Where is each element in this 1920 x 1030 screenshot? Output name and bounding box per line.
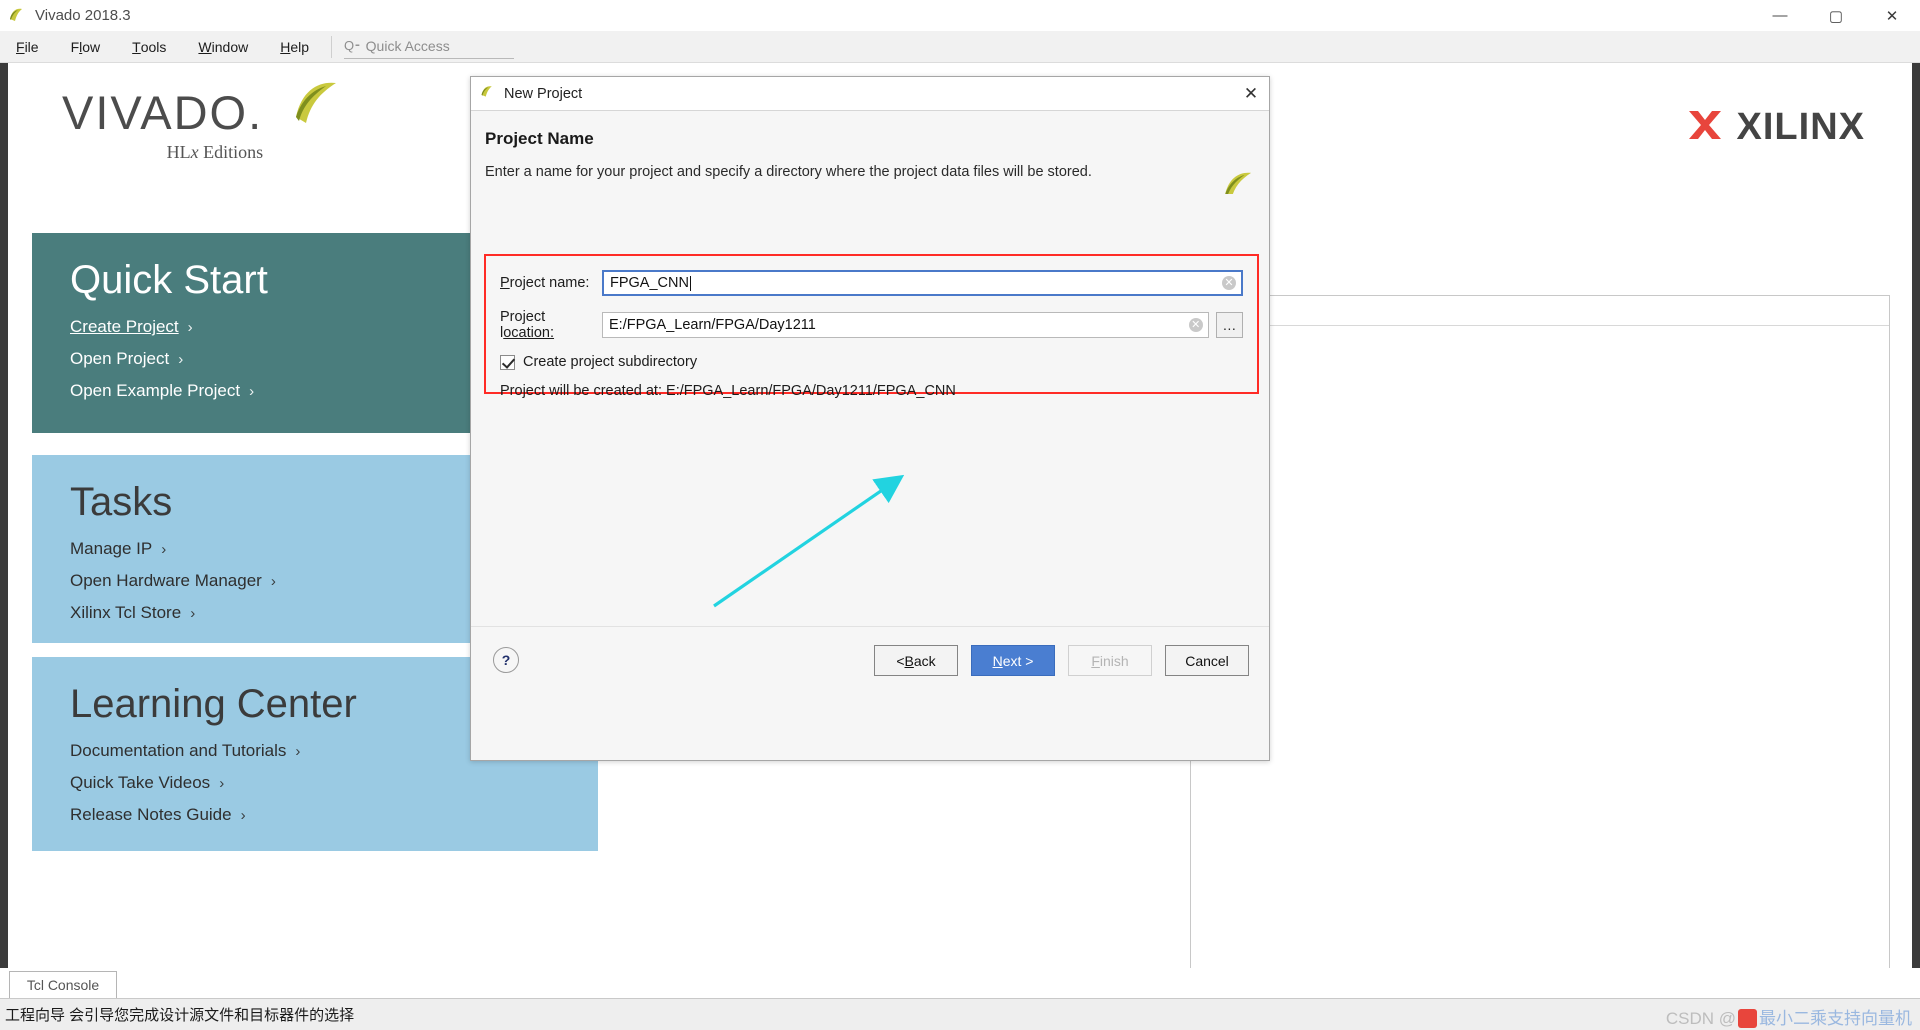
maximize-button[interactable]: ▢ <box>1808 0 1864 31</box>
project-name-value: FPGA_CNN <box>610 275 689 291</box>
link-label: Open Hardware Manager <box>70 571 262 590</box>
status-bar: 工程向导 会引导您完成设计源文件和目标器件的选择 <box>0 998 1920 1030</box>
project-form-highlight: Project name: FPGA_CNN ✕ Project locatio… <box>484 254 1259 399</box>
text-caret <box>689 275 691 291</box>
csdn-watermark: CSDN @ 最小二乘支持向量机 <box>1666 1004 1912 1029</box>
menu-divider <box>331 35 333 58</box>
project-location-input[interactable]: E:/FPGA_Learn/FPGA/Day1211 ✕ <box>602 312 1209 338</box>
quick-access-search[interactable]: Q⁃ Quick Access <box>344 35 515 59</box>
project-created-at-text: Project will be created at: E:/FPGA_Lear… <box>500 383 956 399</box>
chevron-right-icon: › <box>295 742 301 760</box>
menu-window[interactable]: Window <box>182 31 264 63</box>
link-label: Quick Take Videos <box>70 773 211 792</box>
chevron-right-icon: › <box>187 318 193 336</box>
xilinx-x-icon <box>1685 105 1725 150</box>
vivado-leaf-icon <box>479 83 496 105</box>
watermark-prefix: CSDN @ <box>1665 1009 1736 1028</box>
tab-tcl-console[interactable]: Tcl Console <box>9 971 117 998</box>
chevron-right-icon: › <box>219 774 225 792</box>
xilinx-wordmark: XILINX <box>1736 106 1865 148</box>
menu-tools[interactable]: Tools <box>116 31 182 63</box>
project-location-row: Project location: E:/FPGA_Learn/FPGA/Day… <box>500 309 1243 341</box>
menu-bar: File Fl ow Tools Window Help Q⁃ Quick Acc… <box>0 31 1920 63</box>
dialog-title: New Project <box>504 85 583 102</box>
window-titlebar: Vivado 2018.3 — ▢ ✕ <box>0 0 1920 31</box>
create-subdirectory-row: Create project subdirectory <box>500 354 1243 370</box>
recent-projects-pane <box>1190 295 1890 1005</box>
window-controls: — ▢ ✕ <box>1752 0 1920 31</box>
menu-flow[interactable]: Fl ow <box>55 31 117 63</box>
link-label: Xilinx Tcl Store <box>70 603 182 622</box>
link-release-notes-guide[interactable]: Release Notes Guide › <box>70 805 598 825</box>
chevron-right-icon: › <box>190 604 196 622</box>
clear-circle-icon[interactable]: ✕ <box>1222 276 1236 290</box>
window-title: Vivado 2018.3 <box>35 6 131 24</box>
chevron-right-icon: › <box>270 572 276 590</box>
vivado-leaf-icon <box>7 5 27 25</box>
status-text: 工程向导 会引导您完成设计源文件和目标器件的选择 <box>5 1007 355 1024</box>
link-label: Manage IP <box>70 539 153 558</box>
chevron-right-icon: › <box>249 382 255 400</box>
menu-help[interactable]: Help <box>264 31 325 63</box>
csdn-logo-icon <box>1738 1009 1757 1028</box>
left-dock-rail <box>0 63 8 968</box>
link-label: Open Project <box>70 349 170 368</box>
link-label: Documentation and Tutorials <box>70 741 287 760</box>
project-location-label: Project location: <box>500 309 555 341</box>
right-dock-rail <box>1912 63 1920 968</box>
link-label: Open Example Project <box>70 381 241 400</box>
vivado-wordmark: VIVADO. <box>62 86 264 139</box>
dialog-description: Enter a name for your project and specif… <box>485 164 1092 180</box>
finish-button: Finish <box>1068 645 1152 676</box>
link-quick-take-videos[interactable]: Quick Take Videos › <box>70 773 598 793</box>
new-project-dialog: New Project ✕ Project Name Enter a name … <box>470 76 1270 761</box>
create-subdirectory-label: Create project subdirectory <box>523 354 698 370</box>
dialog-header: Project Name Enter a name for your proje… <box>471 111 1269 200</box>
vivado-edition-label: HLx Editions <box>166 142 264 162</box>
search-icon: Q⁃ <box>344 38 361 53</box>
cancel-button[interactable]: Cancel <box>1165 645 1249 676</box>
project-form: Project name: FPGA_CNN ✕ Project locatio… <box>486 256 1257 399</box>
watermark-author: 最小二乘支持向量机 <box>1759 1009 1912 1028</box>
chevron-right-icon: › <box>178 350 184 368</box>
quick-access-placeholder: Quick Access <box>365 38 450 54</box>
create-subdirectory-checkbox[interactable] <box>500 354 515 370</box>
minimize-button[interactable]: — <box>1752 0 1808 31</box>
project-name-label: Project name: <box>500 275 590 291</box>
close-button[interactable]: ✕ <box>1864 0 1920 31</box>
clear-circle-icon[interactable]: ✕ <box>1188 318 1203 332</box>
project-name-input[interactable]: FPGA_CNN ✕ <box>602 270 1243 296</box>
link-label: Release Notes Guide <box>70 805 232 824</box>
project-location-value: E:/FPGA_Learn/FPGA/Day1211 <box>609 317 816 333</box>
dialog-action-buttons: < Back Next > Finish Cancel <box>874 645 1249 676</box>
project-name-row: Project name: FPGA_CNN ✕ <box>500 270 1243 296</box>
back-button[interactable]: < Back <box>874 645 958 676</box>
vivado-leaf-icon <box>290 77 342 134</box>
dialog-body: Project name: FPGA_CNN ✕ Project locatio… <box>471 194 1269 706</box>
xilinx-brand-logo: XILINX <box>1685 105 1865 150</box>
pane-header <box>1191 296 1889 326</box>
dialog-close-icon[interactable]: ✕ <box>1239 83 1263 105</box>
bottom-dock: Tcl Console 工程向导 会引导您完成设计源文件和目标器件的选择 CSD… <box>0 968 1920 1030</box>
link-label: Create Project <box>70 317 179 336</box>
dialog-titlebar: New Project ✕ <box>471 77 1269 111</box>
dialog-heading: Project Name <box>485 129 594 148</box>
vivado-application-window: Vivado 2018.3 — ▢ ✕ File Fl ow Tools Wind… <box>0 0 1920 1030</box>
help-button[interactable]: ? <box>493 647 519 673</box>
next-button[interactable]: Next > <box>971 645 1055 676</box>
chevron-right-icon: › <box>161 540 167 558</box>
vivado-brand-logo: VIVADO. HLx Editions <box>62 82 336 163</box>
dialog-footer: ? < Back Next > Finish Cancel <box>471 626 1269 704</box>
browse-location-button[interactable]: … <box>1215 312 1243 338</box>
chevron-right-icon: › <box>240 806 246 824</box>
menu-file[interactable]: File <box>0 31 55 63</box>
